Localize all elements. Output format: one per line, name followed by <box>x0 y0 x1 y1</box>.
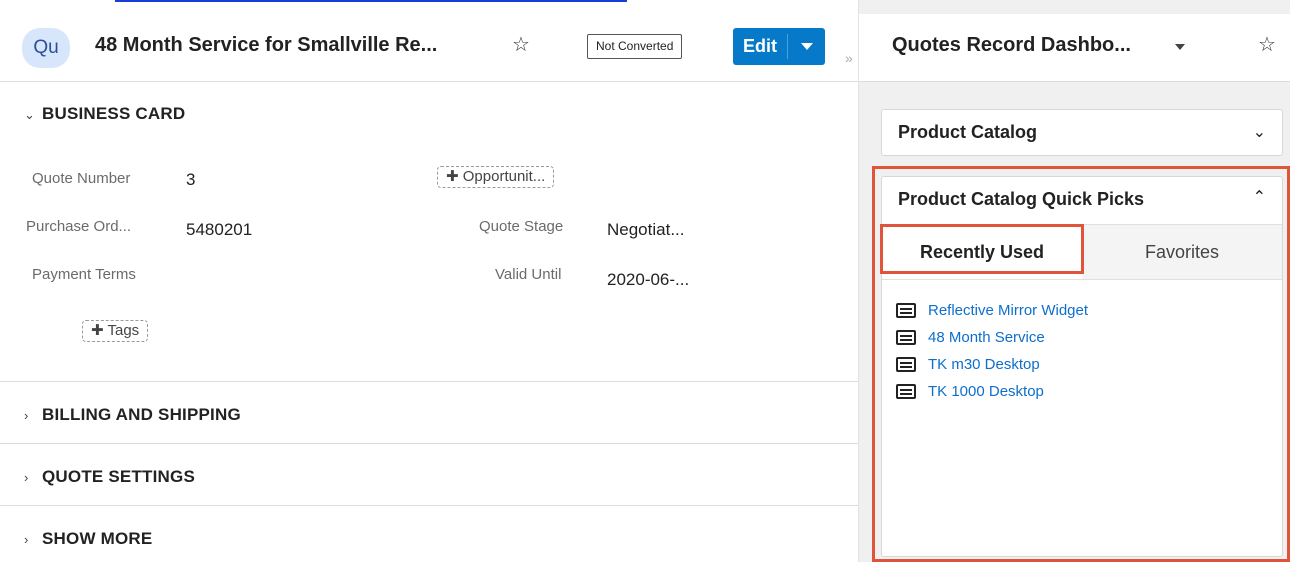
edit-button-label[interactable]: Edit <box>733 28 787 65</box>
status-badge: Not Converted <box>587 34 683 59</box>
chevron-down-icon: ⌄ <box>24 107 36 122</box>
purchase-order-value[interactable]: 5480201 <box>186 220 252 240</box>
favorite-star-icon[interactable]: ☆ <box>1258 32 1276 57</box>
quote-number-value[interactable]: 3 <box>186 170 195 190</box>
purchase-order-label: Purchase Ord... <box>26 218 132 235</box>
quote-stage-value[interactable]: Negotiat... <box>607 220 685 240</box>
record-title[interactable]: 48 Month Service for Smallville Re... <box>95 34 437 57</box>
chevron-right-icon: › <box>24 532 29 547</box>
valid-until-value[interactable]: 2020-06-... <box>607 270 689 290</box>
payment-terms-label: Payment Terms <box>32 266 136 283</box>
chevron-right-icon: › <box>24 408 29 423</box>
opportunity-pill-label: Opportunit... <box>462 168 546 185</box>
tags-pill-label: Tags <box>107 322 140 339</box>
valid-until-label: Valid Until <box>495 266 562 283</box>
plus-icon: ✚ <box>446 168 459 185</box>
dashboard-title[interactable]: Quotes Record Dashbo... <box>892 34 1131 57</box>
section-title: QUOTE SETTINGS <box>42 467 195 486</box>
collapse-sidebar-icon[interactable]: » <box>845 50 853 66</box>
plus-icon: ✚ <box>91 322 104 339</box>
dashlet-title: Product Catalog <box>898 122 1038 142</box>
quote-stage-label: Quote Stage <box>479 218 564 235</box>
add-tags-pill[interactable]: ✚ Tags <box>82 320 149 342</box>
section-title: BUSINESS CARD <box>42 104 186 123</box>
section-business-card[interactable]: ⌄ BUSINESS CARD <box>24 104 185 124</box>
record-header: Qu 48 Month Service for Smallville Re...… <box>0 14 858 82</box>
section-title: SHOW MORE <box>42 529 153 548</box>
edit-button[interactable]: Edit <box>733 28 825 65</box>
chevron-down-icon <box>800 43 813 50</box>
record-view: Qu 48 Month Service for Smallville Re...… <box>0 0 858 562</box>
section-billing-shipping[interactable]: › BILLING AND SHIPPING <box>24 405 241 425</box>
section-divider <box>0 381 858 382</box>
section-show-more[interactable]: › SHOW MORE <box>24 529 152 549</box>
section-divider <box>0 443 858 444</box>
dashlet-product-catalog: Product Catalog ⌄ <box>881 109 1283 156</box>
section-quote-settings[interactable]: › QUOTE SETTINGS <box>24 467 195 487</box>
section-title: BILLING AND SHIPPING <box>42 405 241 424</box>
chevron-down-icon[interactable]: ⌄ <box>1253 122 1266 142</box>
edit-dropdown-toggle[interactable] <box>788 28 825 65</box>
section-divider <box>0 505 858 506</box>
favorite-star-icon[interactable]: ☆ <box>512 32 530 57</box>
quote-number-label: Quote Number <box>32 170 131 187</box>
dashboard-header: Quotes Record Dashbo... ☆ <box>859 14 1290 82</box>
add-opportunity-pill[interactable]: ✚ Opportunit... <box>437 166 555 188</box>
chevron-right-icon: › <box>24 470 29 485</box>
chevron-down-icon[interactable] <box>1175 44 1185 50</box>
module-avatar: Qu <box>22 28 70 68</box>
annotation-highlight-tab <box>880 224 1084 274</box>
